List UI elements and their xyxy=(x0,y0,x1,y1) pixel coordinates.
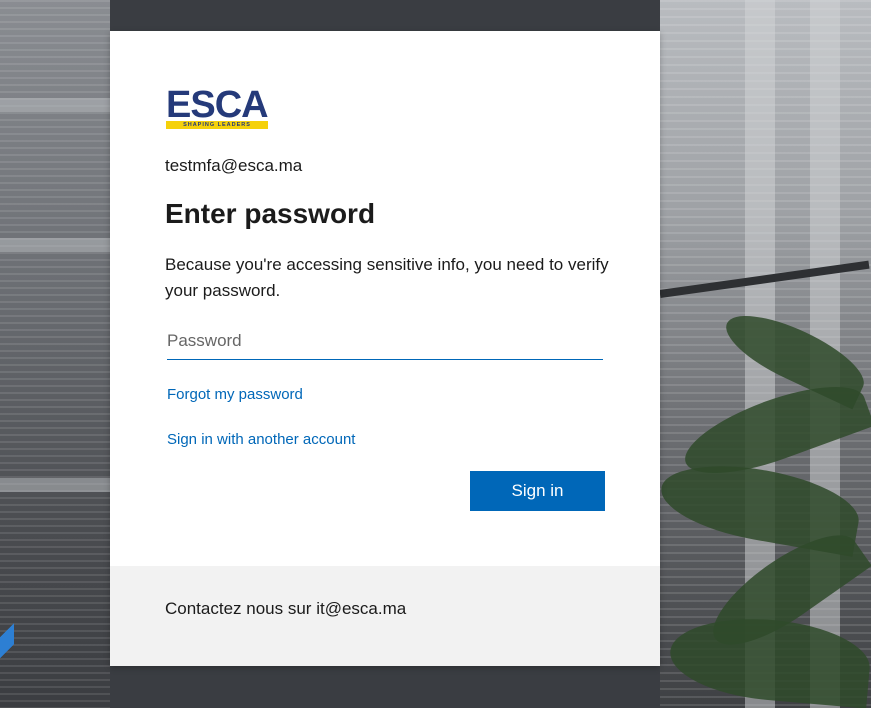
footer-contact-text: Contactez nous sur it@esca.ma xyxy=(165,599,407,618)
building-sign-fragment xyxy=(0,612,14,682)
forgot-password-link[interactable]: Forgot my password xyxy=(167,386,303,403)
background-building-left xyxy=(0,0,110,708)
card-footer: Contactez nous sur it@esca.ma xyxy=(110,566,660,666)
building-floor-band xyxy=(0,238,110,252)
esca-logo: ESCA SHAPING LEADERS xyxy=(166,84,270,131)
page-title: Enter password xyxy=(165,198,376,229)
page-description: Because you're accessing sensitive info,… xyxy=(165,255,609,300)
login-card: ESCA SHAPING LEADERS testmfa@esca.ma Ent… xyxy=(110,31,660,666)
background-building-right xyxy=(655,0,871,708)
other-account-link[interactable]: Sign in with another account xyxy=(167,431,355,448)
building-floor-band xyxy=(0,98,110,112)
logo-wordmark: ESCA xyxy=(166,84,269,126)
logo-tagline: SHAPING LEADERS xyxy=(166,121,268,129)
palm-frond xyxy=(666,611,871,708)
password-input[interactable] xyxy=(167,323,603,360)
building-floor-band xyxy=(0,478,110,492)
sign-in-button[interactable]: Sign in xyxy=(470,471,605,511)
user-identity: testmfa@esca.ma xyxy=(165,156,303,175)
